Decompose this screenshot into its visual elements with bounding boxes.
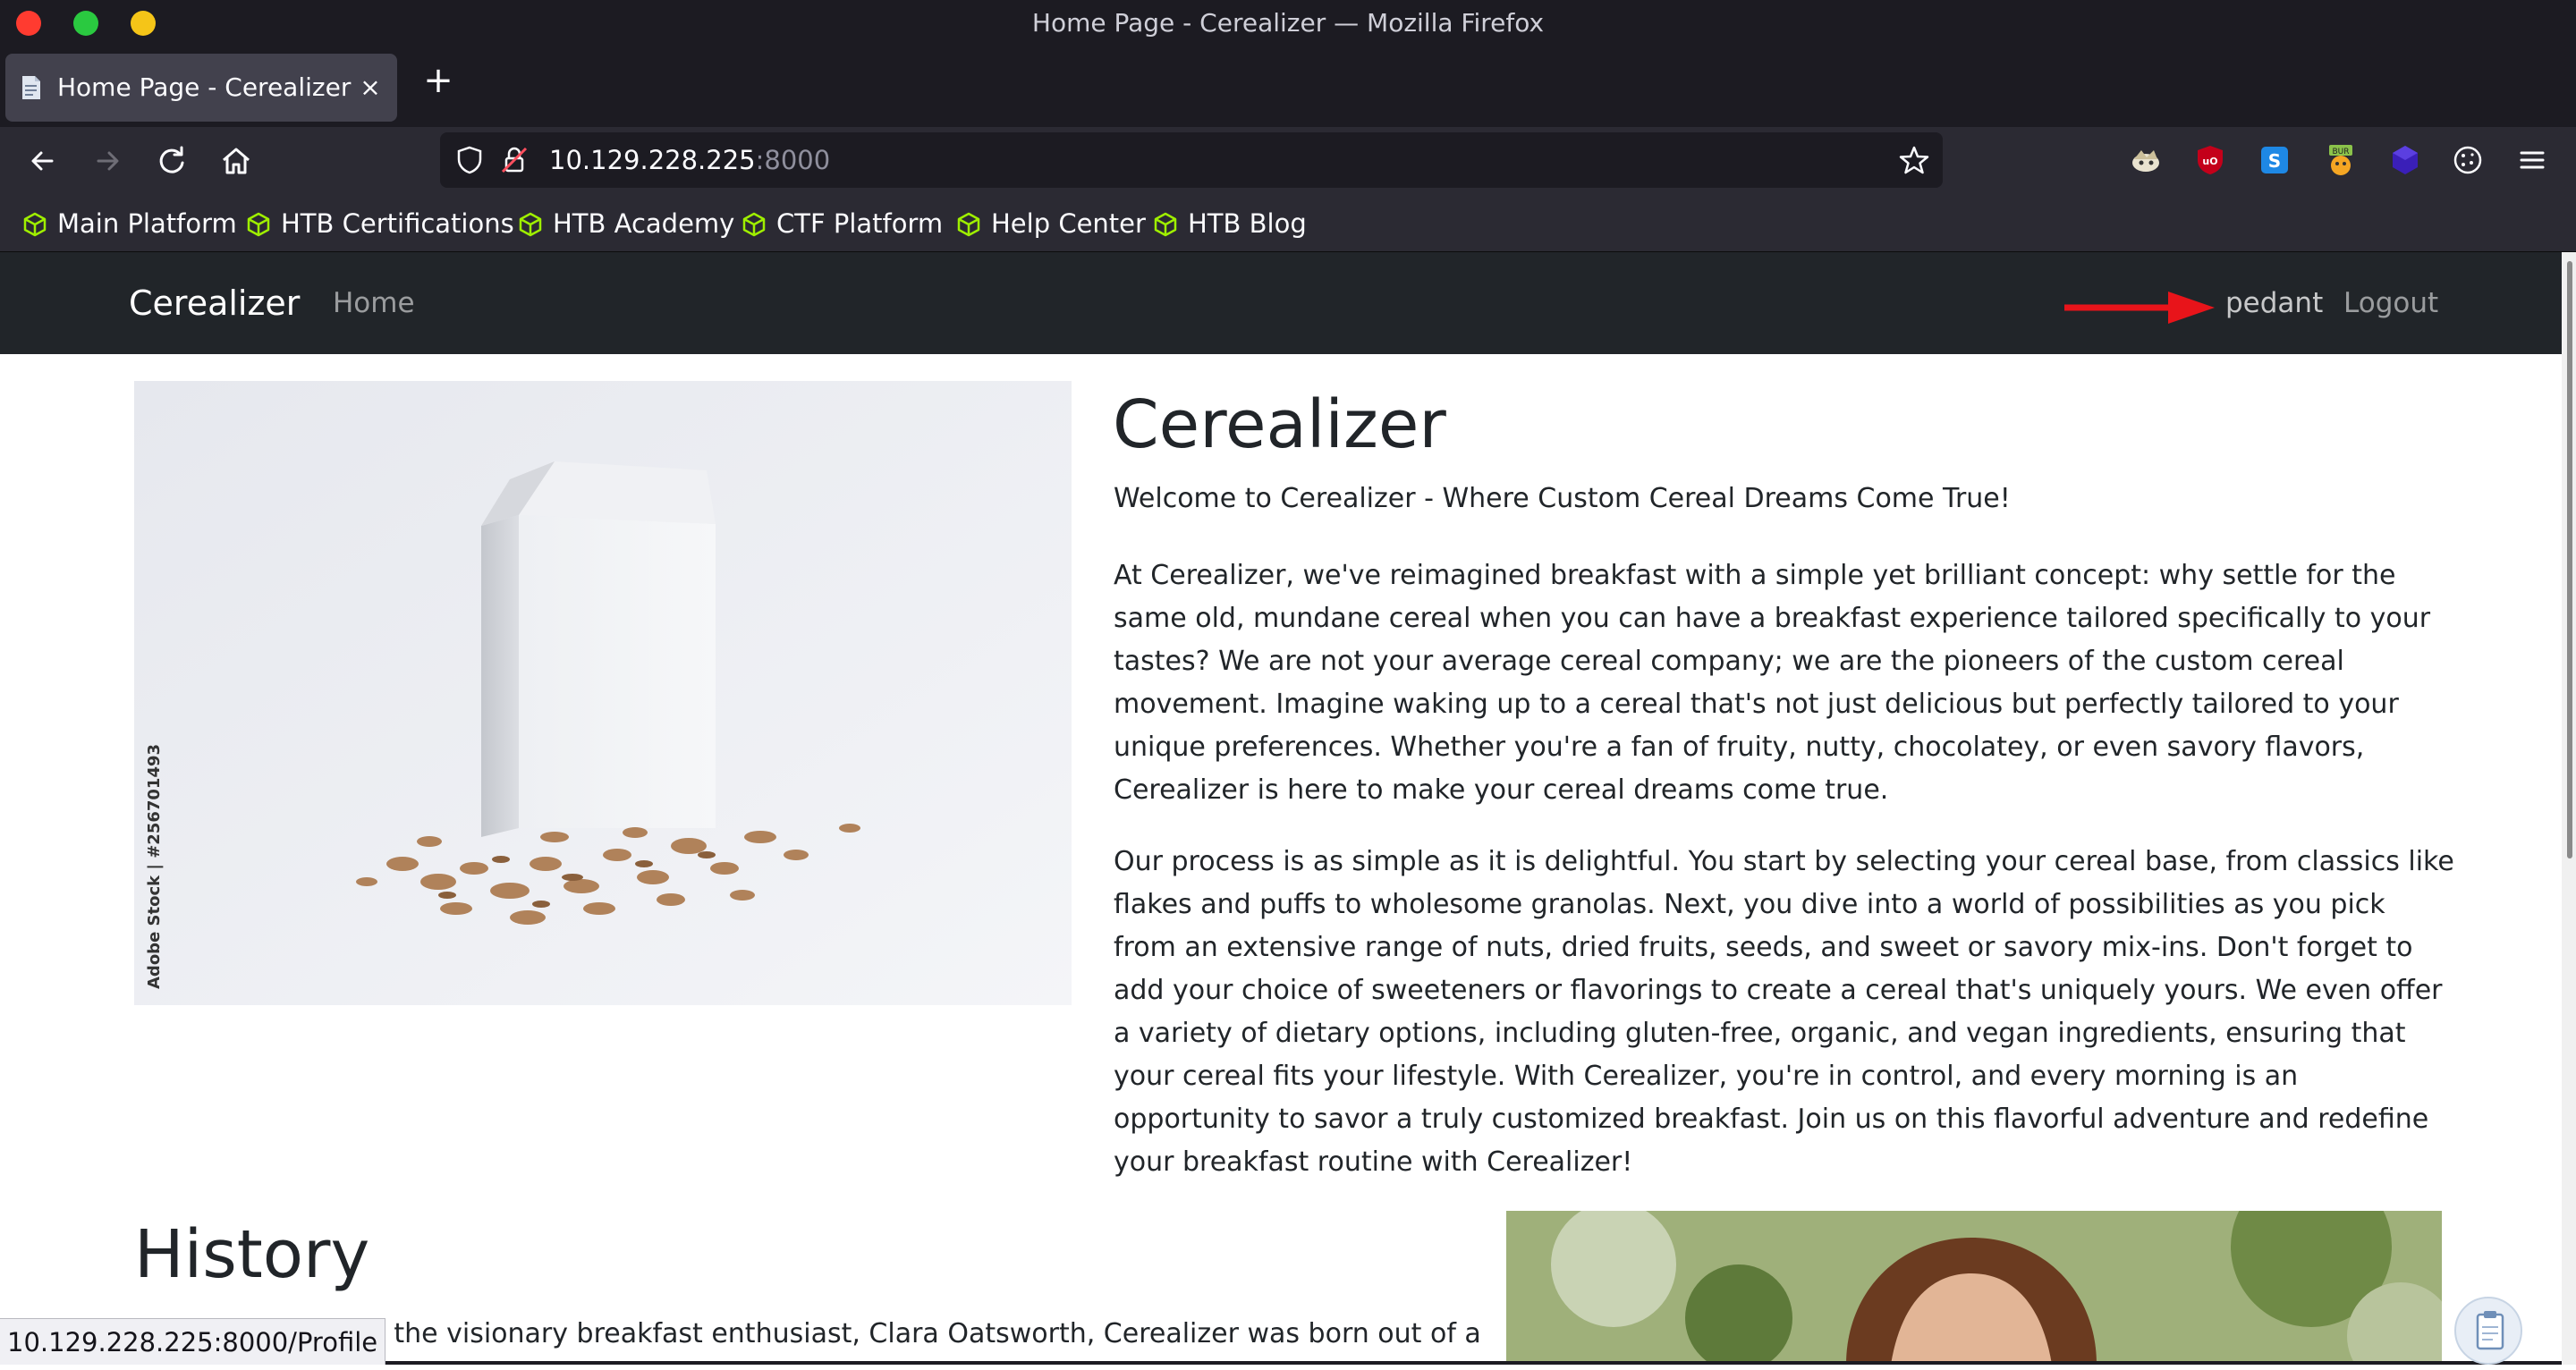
image-caption: Adobe Stock | #256701493 <box>145 744 164 989</box>
bookmark-main-platform[interactable]: Main Platform <box>21 195 237 252</box>
nav-home-link[interactable]: Home <box>333 252 415 354</box>
bookmark-help-center[interactable]: Help Center <box>955 195 1146 252</box>
bookmark-ctf-platform[interactable]: CTF Platform <box>741 195 948 252</box>
founder-portrait-image <box>1506 1211 2442 1365</box>
shield-icon[interactable] <box>454 145 485 175</box>
tab-label: Home Page - Cerealizer <box>57 72 352 102</box>
svg-text:BUR: BUR <box>2332 148 2349 156</box>
bookmark-label: Help Center <box>991 208 1146 239</box>
status-link-url: 10.129.228.225:8000/Profile <box>0 1318 386 1365</box>
page-title: Cerealizer <box>1113 386 1446 463</box>
page-favicon-icon <box>22 76 40 99</box>
foxyproxy-extension-icon[interactable] <box>2129 143 2163 177</box>
bookmarks-toolbar: Main Platform HTB Certifications HTB Aca… <box>0 195 2576 252</box>
annotation-arrow-icon <box>2064 292 2215 324</box>
nav-toolbar: 10.129.228.225:8000 uO S BUR <box>0 127 2576 195</box>
back-icon[interactable] <box>23 141 63 181</box>
home-icon[interactable] <box>216 141 256 181</box>
history-heading: History <box>134 1216 370 1293</box>
process-paragraph: Our process is as simple as it is deligh… <box>1114 846 2454 1178</box>
htb-cube-icon <box>1154 212 1177 237</box>
svg-text:uO: uO <box>2202 156 2217 167</box>
portrait-illustration <box>1506 1211 2442 1365</box>
nav-logout-link[interactable]: Logout <box>2343 252 2438 354</box>
tab-close-icon[interactable]: × <box>356 73 385 102</box>
window-title: Home Page - Cerealizer — Mozilla Firefox <box>1031 8 1545 38</box>
url-port: :8000 <box>755 145 831 175</box>
svg-text:S: S <box>2268 150 2281 172</box>
bookmark-label: HTB Certifications <box>281 208 514 239</box>
bookmark-label: CTF Platform <box>776 208 944 239</box>
window-titlebar: Home Page - Cerealizer — Mozilla Firefox <box>0 0 2576 47</box>
bookmark-htb-blog[interactable]: HTB Blog <box>1152 195 1313 252</box>
bookmark-label: HTB Blog <box>1188 208 1307 239</box>
cookie-icon[interactable] <box>2451 143 2485 177</box>
lead-text: Welcome to Cerealizer - Where Custom Cer… <box>1114 483 2011 514</box>
bookmark-htb-academy[interactable]: HTB Academy <box>517 195 734 252</box>
menu-icon[interactable] <box>2515 143 2549 177</box>
star-icon[interactable] <box>1898 144 1930 176</box>
htb-cube-icon <box>247 212 270 237</box>
new-tab-button[interactable]: + <box>420 63 456 98</box>
htb-cube-icon <box>23 212 47 237</box>
lock-icon[interactable] <box>499 145 530 175</box>
s-extension-icon[interactable]: S <box>2258 143 2292 177</box>
tab-home-page[interactable]: Home Page - Cerealizer × <box>5 54 397 122</box>
url-bar[interactable]: 10.129.228.225:8000 <box>440 132 1943 188</box>
reload-icon[interactable] <box>152 141 191 181</box>
forward-icon[interactable] <box>88 141 127 181</box>
bookmark-htb-certifications[interactable]: HTB Certifications <box>245 195 514 252</box>
burp-extension-icon[interactable]: BUR <box>2324 143 2358 177</box>
bookmark-label: HTB Academy <box>553 208 735 239</box>
site-brand[interactable]: Cerealizer <box>129 252 300 354</box>
cereal-box-image: Adobe Stock | #256701493 <box>134 381 1072 1005</box>
htb-cube-icon <box>742 212 766 237</box>
intro-paragraph: At Cerealizer, we've reimagined breakfas… <box>1114 560 2431 806</box>
tab-strip: Home Page - Cerealizer × + <box>0 47 2576 127</box>
bookmark-label: Main Platform <box>57 208 237 239</box>
url-text[interactable]: 10.129.228.225:8000 <box>549 132 830 188</box>
cereal-box-illustration: Adobe Stock | #256701493 <box>134 381 1072 1005</box>
nav-user-profile-link[interactable]: pedant <box>2225 252 2323 354</box>
htb-cube-icon <box>519 212 542 237</box>
ublock-extension-icon[interactable]: uO <box>2193 143 2227 177</box>
page-scrollbar-thumb[interactable] <box>2567 261 2572 858</box>
clipboard-icon[interactable] <box>2454 1297 2522 1365</box>
hexagon-extension-icon[interactable] <box>2388 143 2422 177</box>
url-host: 10.129.228.225 <box>549 145 756 175</box>
htb-cube-icon <box>957 212 980 237</box>
